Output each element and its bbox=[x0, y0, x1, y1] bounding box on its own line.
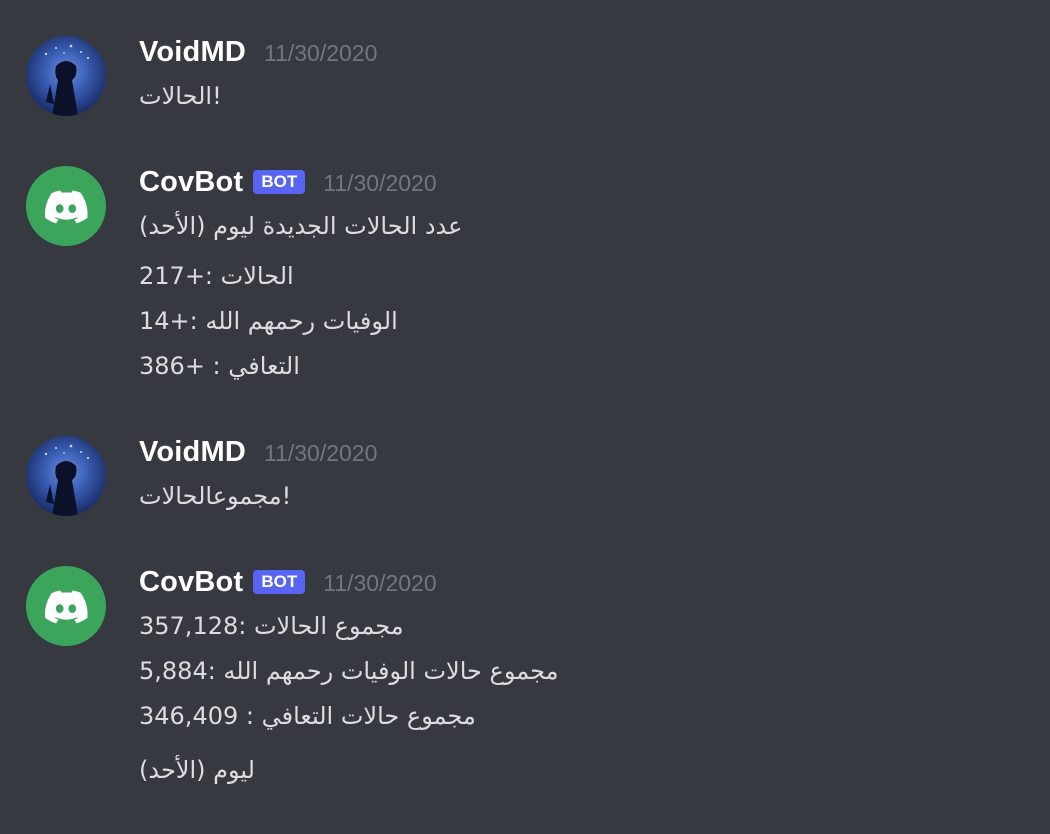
username[interactable]: CovBot bbox=[139, 566, 243, 599]
discord-logo-icon bbox=[45, 590, 88, 624]
message-text: ليوم (الأحد) bbox=[139, 756, 255, 784]
message-header: CovBot BOT 11/30/2020 bbox=[139, 166, 437, 202]
message-text: !مجموعالحالات bbox=[139, 482, 292, 510]
message-header: CovBot BOT 11/30/2020 bbox=[139, 566, 437, 602]
user-avatar[interactable] bbox=[26, 36, 106, 116]
username[interactable]: VoidMD bbox=[139, 36, 246, 69]
message-text: !الحالات bbox=[139, 82, 222, 110]
bot-avatar[interactable] bbox=[26, 166, 106, 246]
timestamp[interactable]: 11/30/2020 bbox=[264, 40, 377, 67]
message-text: التعافي : +386 bbox=[139, 352, 300, 380]
user-avatar-image bbox=[44, 44, 90, 116]
timestamp[interactable]: 11/30/2020 bbox=[323, 170, 436, 197]
message-text: عدد الحالات الجديدة ليوم (الأحد) bbox=[139, 212, 463, 240]
message-text: الوفيات رحمهم الله :+14 bbox=[139, 307, 398, 335]
username[interactable]: CovBot bbox=[139, 166, 243, 199]
user-avatar[interactable] bbox=[26, 436, 106, 516]
bot-avatar[interactable] bbox=[26, 566, 106, 646]
message-text: مجموع حالات التعافي : 346,409 bbox=[139, 702, 476, 730]
user-avatar-image bbox=[44, 444, 90, 516]
chat-messages: VoidMD 11/30/2020 !الحالات CovBot BOT 11… bbox=[0, 0, 1050, 834]
timestamp[interactable]: 11/30/2020 bbox=[323, 570, 436, 597]
username[interactable]: VoidMD bbox=[139, 436, 246, 469]
message-text: مجموع حالات الوفيات رحمهم الله :5,884 bbox=[139, 657, 559, 685]
cut-off-divider-top bbox=[730, 0, 735, 9]
bot-tag: BOT bbox=[253, 570, 306, 594]
timestamp[interactable]: 11/30/2020 bbox=[264, 440, 377, 467]
message-text: مجموع الحالات :357,128 bbox=[139, 612, 404, 640]
message-header: VoidMD 11/30/2020 bbox=[139, 36, 377, 72]
bot-tag: BOT bbox=[253, 170, 306, 194]
message-text: الحالات :+217 bbox=[139, 262, 294, 290]
discord-logo-icon bbox=[45, 190, 88, 224]
message-header: VoidMD 11/30/2020 bbox=[139, 436, 377, 472]
